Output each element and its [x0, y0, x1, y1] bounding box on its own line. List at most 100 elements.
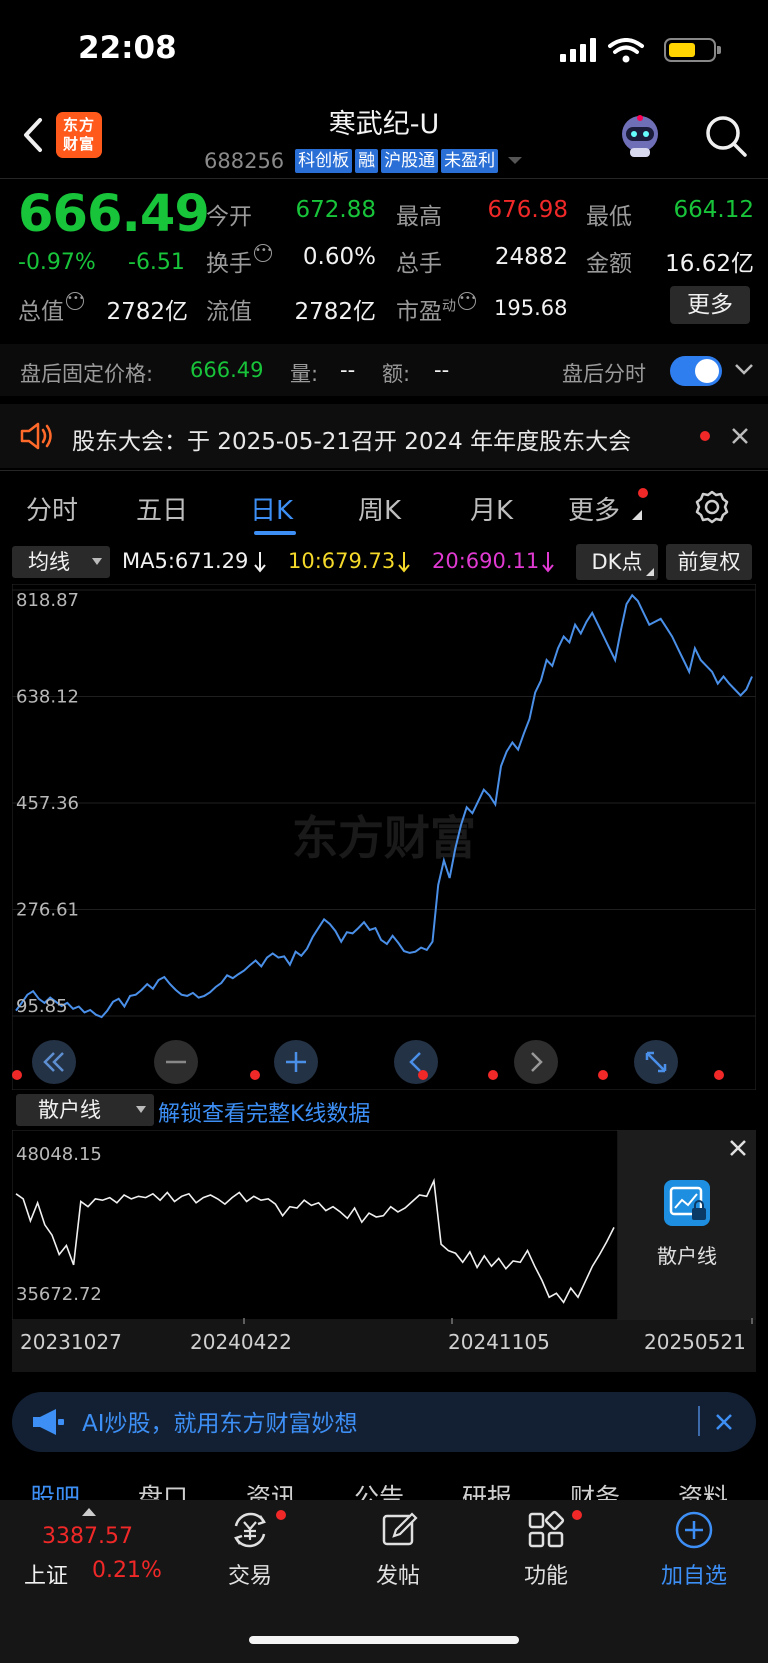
corner-triangle-icon [632, 510, 642, 520]
zoom-in-button[interactable] [274, 1040, 318, 1084]
after-hours-toggle[interactable] [670, 356, 722, 386]
mktcap-value: 2782亿 [106, 299, 188, 325]
y-tick-label: 457.36 [16, 793, 79, 814]
turnover-label[interactable]: 换手••• [206, 244, 273, 278]
after-hours-vol: -- [340, 358, 356, 382]
after-hours-price: 666.49 [190, 358, 264, 382]
caret-down-icon[interactable] [507, 156, 523, 166]
retail-line-chart[interactable]: 48048.15 35672.72 [12, 1130, 618, 1320]
unread-dot [638, 488, 648, 498]
chevron-down-icon[interactable] [734, 362, 754, 376]
volume-value: 24882 [494, 244, 568, 270]
tab-five-day[interactable]: 五日 [136, 490, 188, 527]
scroll-right-button[interactable] [514, 1040, 558, 1084]
edit-post-icon[interactable] [378, 1508, 422, 1552]
index-change-pct[interactable]: 0.21% [92, 1558, 162, 1583]
high-value: 676.98 [487, 197, 568, 223]
add-circle-icon[interactable] [672, 1508, 716, 1552]
nav-functions[interactable]: 功能 [496, 1558, 596, 1590]
chevron-left-icon [409, 1052, 421, 1072]
more-button[interactable]: 更多 [670, 286, 750, 324]
tab-more[interactable]: 更多 [568, 490, 620, 527]
notice-divider [0, 470, 768, 471]
close-icon[interactable] [728, 1138, 748, 1158]
locked-chart-icon[interactable] [664, 1180, 710, 1226]
gear-icon[interactable] [694, 489, 730, 525]
nav-trade[interactable]: 交易 [200, 1558, 300, 1590]
ai-banner-text[interactable]: AI炒股，就用东方财富妙想 [82, 1404, 358, 1438]
arrow-down-icon [398, 552, 410, 573]
turnover-label-text: 换手 [206, 251, 252, 277]
scroll-left-button[interactable] [394, 1040, 438, 1084]
low-label: 最低 [586, 204, 632, 230]
stock-subtitle: 688256 科创板 融 沪股通 未盈利 [204, 148, 523, 174]
event-dot [418, 1070, 428, 1080]
signal-wifi-icon [560, 38, 644, 63]
arrow-down-icon [542, 552, 554, 573]
double-chevron-left-icon [43, 1052, 64, 1072]
x-tick-label: 20240422 [190, 1330, 292, 1354]
scroll-left-fast-button[interactable] [32, 1040, 76, 1084]
mktcap-label-text: 总值 [18, 299, 64, 325]
x-tick-label: 20241105 [448, 1330, 550, 1354]
dk-point-label: DK点 [591, 550, 643, 574]
caret-down-icon [136, 1106, 146, 1113]
tab-intraday[interactable]: 分时 [26, 490, 78, 527]
search-icon[interactable] [702, 112, 750, 160]
event-dot [598, 1070, 608, 1080]
fullscreen-button[interactable] [634, 1040, 678, 1084]
dk-point-button[interactable]: DK点 [576, 544, 658, 580]
info-icon: ••• [66, 292, 85, 310]
mktcap-label[interactable]: 总值••• [18, 292, 85, 326]
grid-apps-icon[interactable] [524, 1508, 568, 1552]
active-tab-indicator [254, 531, 296, 535]
event-dot [488, 1070, 498, 1080]
x-axis-ticks [243, 1318, 753, 1324]
index-name[interactable]: 上证 [24, 1558, 68, 1590]
tab-monthly-k[interactable]: 月K [470, 490, 513, 527]
sub-chart-frame [12, 1130, 618, 1320]
y-tick-label: 95.85 [16, 996, 68, 1017]
chart-lock-icon [669, 1186, 706, 1220]
watermark: 东方财富 [292, 811, 476, 865]
corner-triangle-icon [646, 568, 654, 576]
event-dot [12, 1070, 22, 1080]
after-hours-label: 盘后固定价格: [20, 362, 154, 386]
ma10-value: 10:679.73 [288, 549, 396, 573]
event-dot [250, 1070, 260, 1080]
open-label: 今开 [206, 204, 252, 230]
close-icon[interactable] [714, 1412, 734, 1432]
index-value[interactable]: 3387.57 [42, 1524, 133, 1549]
nav-add-watchlist[interactable]: 加自选 [644, 1558, 744, 1590]
y-tick-label: 818.87 [16, 590, 79, 611]
current-price: 666.49 [18, 185, 210, 244]
y-tick-label: 638.12 [16, 686, 79, 707]
minus-icon [166, 1060, 186, 1064]
ma5-value: MA5:671.29 [122, 549, 249, 573]
close-icon[interactable] [730, 426, 750, 446]
battery-icon [664, 38, 721, 62]
unread-dot [572, 1510, 582, 1520]
zoom-out-button[interactable] [154, 1040, 198, 1084]
price-line-chart[interactable]: 东方财富 818.87 638.12 457.36 276.61 95.85 [12, 584, 756, 1090]
adjust-button[interactable]: 前复权 [666, 544, 752, 580]
volume-label: 总手 [396, 251, 442, 277]
nav-post[interactable]: 发帖 [348, 1558, 448, 1590]
notice-text[interactable]: 股东大会：于 2025-05-21召开 2024 年年度股东大会 [72, 422, 652, 456]
pe-label[interactable]: 市盈动 ••• [396, 292, 477, 326]
plus-icon [286, 1052, 306, 1072]
yuan-exchange-icon[interactable] [228, 1508, 272, 1552]
indicator-select[interactable]: 散户线 [16, 1094, 154, 1126]
turnover-value: 0.60% [302, 244, 376, 270]
stock-code: 688256 [204, 149, 285, 173]
change-amount: -6.51 [128, 250, 185, 275]
ai-robot-icon[interactable] [616, 112, 664, 160]
tab-daily-k[interactable]: 日K [250, 490, 293, 527]
tab-weekly-k[interactable]: 周K [358, 490, 401, 527]
pe-superscript: 动 [442, 298, 456, 315]
tag-stock-connect: 沪股通 [381, 149, 439, 173]
home-indicator[interactable] [249, 1636, 519, 1644]
status-time: 22:08 [78, 30, 177, 66]
unlock-data-link[interactable]: 解锁查看完整K线数据 [158, 1096, 370, 1128]
ma-select[interactable]: 均线 [12, 546, 110, 578]
